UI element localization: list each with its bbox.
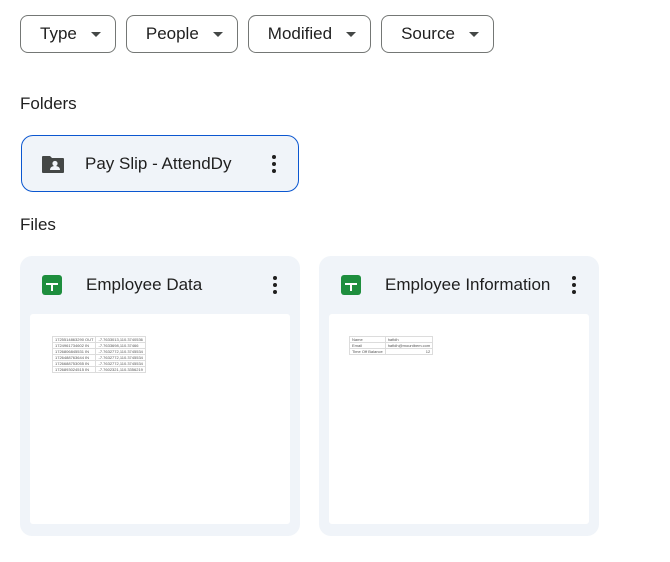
- table-cell: 12: [384, 348, 434, 355]
- thumbnail-table: Name hafidh Email hafidh@mountbem.com Time…: [349, 336, 434, 355]
- table-row: Email hafidh@mountbem.com: [349, 342, 434, 349]
- file-thumbnail: Name hafidh Email hafidh@mountbem.com Time…: [329, 314, 589, 524]
- filter-type-label: Type: [40, 24, 77, 43]
- caret-down-icon: [90, 31, 101, 37]
- table-row: 1725514863290 OUT -7.7633013,110.3740536: [51, 336, 146, 343]
- file-thumbnail: 1725514863290 OUT -7.7633013,110.3740536 …: [30, 314, 290, 524]
- files-section-title: Files: [20, 215, 56, 234]
- table-cell: hafidh@mountbem.com: [384, 342, 434, 349]
- filter-people-label: People: [145, 24, 199, 43]
- table-row: 1724961734602 IN -7.7633698,110.37466: [51, 342, 146, 349]
- sheets-icon: [42, 275, 62, 295]
- filter-modified-label: Modified: [267, 24, 333, 43]
- sheets-icon: [341, 275, 361, 295]
- table-cell: -7.7632772,110.3745534: [95, 360, 146, 367]
- table-cell: Time Off Balance: [349, 348, 386, 355]
- caret-down-icon: [212, 31, 223, 37]
- table-cell: -7.7632772,110.3745534: [95, 348, 146, 355]
- table-cell: -7.7602321,110.3356219: [95, 366, 146, 373]
- more-options-icon[interactable]: [264, 152, 284, 176]
- table-row: Time Off Balance 12: [349, 348, 434, 355]
- table-cell: -7.7633698,110.37466: [95, 342, 146, 349]
- table-cell: 1726893024515 IN: [51, 366, 97, 373]
- more-options-icon[interactable]: [564, 273, 584, 297]
- shared-folder-icon: [42, 155, 64, 173]
- table-row: 1726893024515 IN -7.7602321,110.3356219: [51, 366, 146, 373]
- table-cell: -7.7632772,110.3745534: [95, 354, 146, 361]
- file-card-employee-data[interactable]: Employee Data 1725514863290 OUT -7.763301…: [20, 256, 300, 536]
- thumbnail-table: 1725514863290 OUT -7.7633013,110.3740536 …: [51, 336, 146, 373]
- filter-modified-chip[interactable]: Modified: [247, 15, 372, 53]
- table-row: 1726806845531 IN -7.7632772,110.3745534: [51, 348, 146, 355]
- filter-people-chip[interactable]: People: [125, 15, 238, 53]
- caret-down-icon: [468, 31, 479, 37]
- folder-name: Pay Slip - AttendDy: [85, 153, 232, 173]
- filter-bar: Type People Modified Source: [20, 15, 494, 53]
- file-title: Employee Data: [86, 275, 203, 294]
- caret-down-icon: [346, 31, 357, 37]
- table-cell: 1725514863290 OUT: [51, 336, 97, 343]
- table-row: 1726488763644 IN -7.7632772,110.3745534: [51, 354, 146, 361]
- filter-source-chip[interactable]: Source: [381, 15, 494, 53]
- table-row: 1726688753055 IN -7.7632772,110.3745534: [51, 360, 146, 367]
- file-card-employee-information[interactable]: Employee Information Name hafidh Email haf…: [319, 256, 599, 536]
- table-cell: -7.7633013,110.3740536: [95, 336, 146, 343]
- file-title: Employee Information: [385, 275, 551, 294]
- folder-card[interactable]: Pay Slip - AttendDy: [21, 135, 299, 192]
- folders-section-title: Folders: [20, 94, 77, 113]
- filter-source-label: Source: [401, 24, 455, 43]
- filter-type-chip[interactable]: Type: [20, 15, 116, 53]
- more-options-icon[interactable]: [265, 273, 285, 297]
